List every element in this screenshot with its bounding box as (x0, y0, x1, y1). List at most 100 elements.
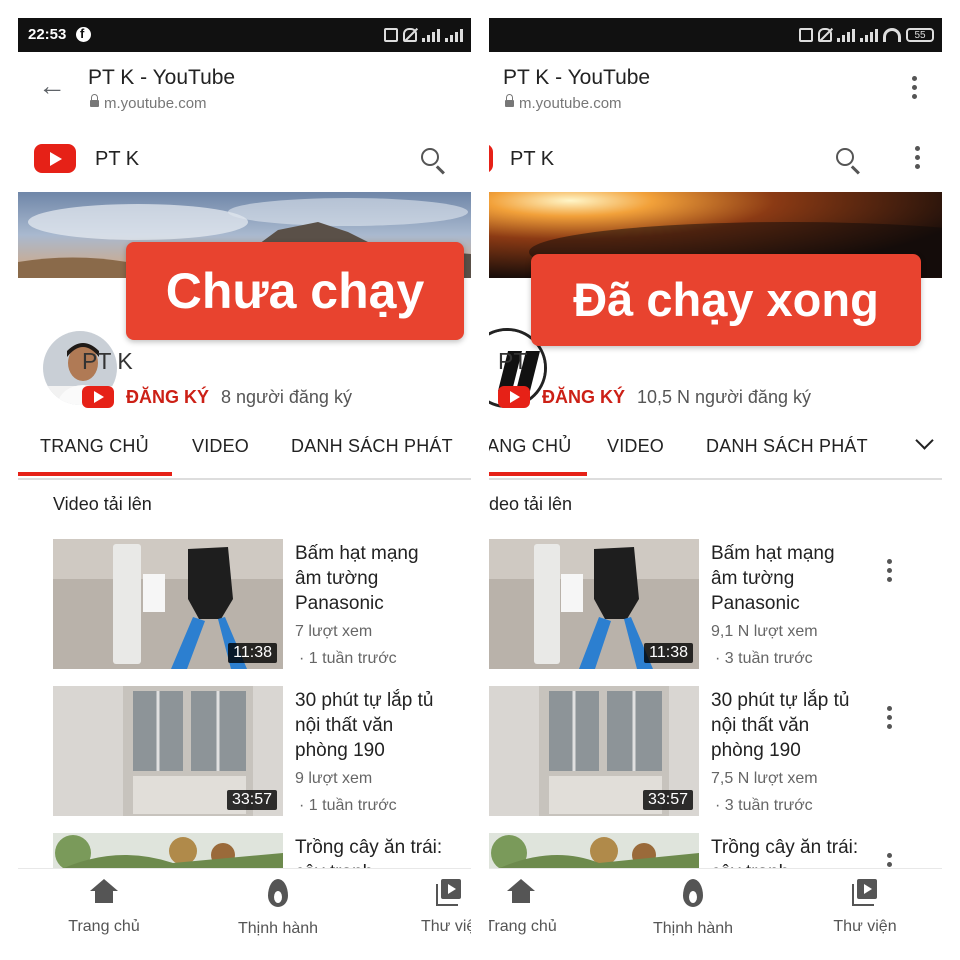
video-duration: 11:38 (644, 643, 693, 663)
nav-label: Thịnh hành (237, 920, 319, 937)
subscribe-button[interactable]: ĐĂNG KÝ (542, 387, 625, 408)
status-bar: 55 (489, 18, 942, 52)
tab-video[interactable]: VIDEO (192, 436, 249, 457)
subscribe-row: ĐĂNG KÝ 10,5 N người đăng ký (498, 382, 811, 412)
youtube-header: PT K (489, 124, 942, 192)
nav-home[interactable]: Trang chủ (44, 879, 164, 936)
video-item[interactable]: 11:38 Bấm hạt mạng âm tường Panasonic 7 … (18, 539, 471, 679)
screenshot-after: 55 PT K - YouTube m.youtube.com PT K PT … (489, 18, 942, 960)
status-icons: 55 (799, 25, 934, 45)
video-views: 7,5 N lượt xem (711, 770, 818, 787)
more-vert-icon[interactable] (886, 706, 892, 729)
nav-label: Thư việ (421, 918, 471, 935)
wifi-icon (883, 28, 901, 42)
nav-trending[interactable]: Thịnh hành (218, 879, 338, 938)
nav-label: Thư viện (833, 918, 897, 935)
channel-tabs: TRANG CHỦ VIDEO DANH SÁCH PHÁT (18, 418, 471, 480)
lock-icon (505, 94, 514, 107)
browser-bar: ← PT K - YouTube m.youtube.com (18, 52, 471, 125)
video-views: 9,1 N lượt xem (711, 623, 818, 640)
nav-library[interactable]: Thư việ (391, 879, 471, 936)
subscribe-button[interactable]: ĐĂNG KÝ (126, 387, 209, 408)
youtube-logo-icon (498, 386, 530, 408)
signal-icon (837, 28, 855, 42)
home-icon (507, 879, 535, 905)
bottom-navigation: Trang chủ Thịnh hành Thư viện (489, 868, 942, 960)
search-icon[interactable] (836, 148, 854, 166)
tab-home[interactable]: ANG CHỦ (489, 436, 571, 457)
bottom-navigation: Trang chủ Thịnh hành Thư việ (18, 868, 471, 960)
sticker-label: Chưa chạy (126, 242, 464, 340)
screen-mirror-icon (799, 28, 813, 42)
lock-icon (90, 94, 99, 107)
tab-playlists[interactable]: DANH SÁCH PHÁT (291, 436, 453, 457)
header-channel-title: PT K (510, 148, 555, 170)
video-views: 7 lượt xem (295, 623, 373, 640)
tab-playlists[interactable]: DANH SÁCH PHÁT (706, 436, 868, 457)
url-row[interactable]: m.youtube.com (90, 94, 207, 112)
video-title[interactable]: Bấm hạt mạng âm tường Panasonic (711, 541, 861, 616)
tab-home[interactable]: TRANG CHỦ (40, 436, 149, 457)
bell-off-icon (403, 28, 417, 42)
video-item[interactable]: 33:57 30 phút tự lắp tủ nội thất văn phò… (489, 686, 942, 826)
video-title[interactable]: 30 phút tự lắp tủ nội thất văn phòng 190 (711, 688, 861, 763)
video-title[interactable]: 30 phút tự lắp tủ nội thất văn phòng 190 (295, 688, 445, 763)
video-duration: 33:57 (226, 790, 277, 810)
signal-icon (445, 28, 463, 42)
chevron-down-icon[interactable] (915, 431, 934, 450)
status-bar: 22:53 (18, 18, 471, 52)
youtube-logo-icon[interactable] (489, 144, 493, 173)
video-thumbnail[interactable]: 33:57 (489, 686, 699, 816)
video-item[interactable]: 11:38 Bấm hạt mạng âm tường Panasonic 9,… (489, 539, 942, 679)
video-age: · 3 tuần trước (715, 650, 813, 667)
video-duration: 11:38 (228, 643, 277, 663)
video-thumbnail[interactable]: 11:38 (489, 539, 699, 669)
trending-fire-icon (683, 879, 703, 907)
video-thumbnail[interactable]: 11:38 (53, 539, 283, 669)
more-vert-icon[interactable] (914, 146, 920, 169)
signal-icon (860, 28, 878, 42)
status-icons (384, 25, 463, 45)
nav-trending[interactable]: Thịnh hành (633, 879, 753, 938)
video-views: 9 lượt xem (295, 770, 373, 787)
library-icon (852, 879, 878, 906)
video-age: · 1 tuần trước (299, 797, 397, 814)
more-vert-icon[interactable] (911, 76, 917, 99)
channel-tabs: ANG CHỦ VIDEO DANH SÁCH PHÁT (489, 418, 942, 480)
sticker-label: Đã chạy xong (531, 254, 921, 346)
nav-label: Thịnh hành (652, 920, 734, 937)
more-vert-icon[interactable] (886, 559, 892, 582)
nav-label: Trang chủ (489, 918, 557, 935)
back-arrow-icon[interactable]: ← (38, 72, 66, 100)
video-thumbnail[interactable]: 33:57 (53, 686, 283, 816)
bell-off-icon (818, 28, 832, 42)
battery-icon: 55 (906, 28, 934, 42)
subscribe-row: ĐĂNG KÝ 8 người đăng ký (82, 382, 352, 412)
nav-label: Trang chủ (68, 918, 140, 935)
video-age: · 1 tuần trước (299, 650, 397, 667)
browser-bar: PT K - YouTube m.youtube.com (489, 52, 942, 125)
url-row[interactable]: m.youtube.com (505, 94, 622, 112)
video-duration: 33:57 (642, 790, 693, 810)
signal-icon (422, 28, 440, 42)
library-icon (436, 879, 462, 906)
url-text: m.youtube.com (104, 95, 207, 112)
youtube-logo-icon[interactable] (34, 144, 76, 173)
page-title: PT K - YouTube (503, 66, 651, 89)
subscriber-count: 8 người đăng ký (221, 386, 352, 407)
tab-video[interactable]: VIDEO (607, 436, 664, 457)
search-icon[interactable] (421, 148, 439, 166)
url-text: m.youtube.com (519, 95, 622, 112)
screen-mirror-icon (384, 28, 398, 42)
video-item[interactable]: 33:57 30 phút tự lắp tủ nội thất văn phò… (18, 686, 471, 826)
status-time: 22:53 (28, 26, 67, 43)
nav-home[interactable]: Trang chủ (489, 879, 581, 936)
active-tab-indicator (489, 472, 587, 476)
section-title: Video tải lên (53, 494, 152, 514)
nav-library[interactable]: Thư viện (805, 879, 925, 936)
active-tab-indicator (18, 472, 172, 476)
subscriber-count: 10,5 N người đăng ký (637, 386, 811, 407)
channel-name: PT K (82, 348, 133, 374)
video-title[interactable]: Bấm hạt mạng âm tường Panasonic (295, 541, 445, 616)
video-age: · 3 tuần trước (715, 797, 813, 814)
